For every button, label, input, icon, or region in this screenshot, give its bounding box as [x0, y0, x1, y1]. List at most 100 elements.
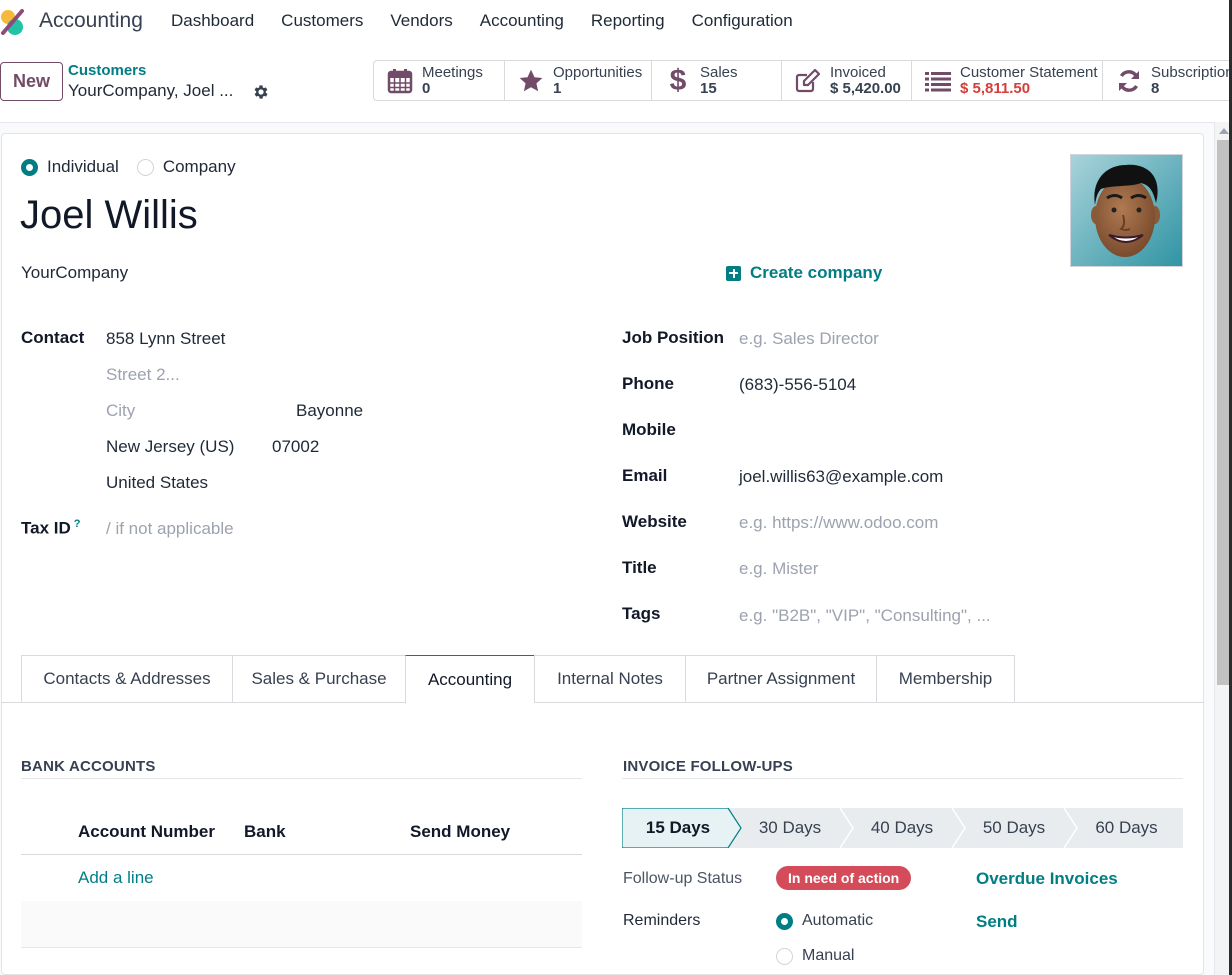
subscriptions-label: Subscriptions — [1151, 63, 1232, 81]
company-radio-label[interactable]: Company — [163, 157, 236, 177]
website-field[interactable]: e.g. https://www.odoo.com — [739, 513, 938, 533]
calendar-icon — [386, 67, 414, 95]
avatar[interactable] — [1070, 154, 1183, 267]
city-value[interactable]: Bayonne — [296, 401, 363, 421]
add-a-line-link[interactable]: Add a line — [78, 868, 154, 888]
refresh-icon — [1115, 67, 1143, 95]
new-button[interactable]: New — [0, 62, 63, 101]
help-tooltip-icon[interactable]: ? — [74, 518, 81, 530]
email-label: Email — [622, 466, 668, 485]
job-position-label: Job Position — [622, 328, 724, 347]
reminder-automatic-option[interactable]: Automatic — [776, 912, 873, 930]
tab-sales-purchase[interactable]: Sales & Purchase — [232, 655, 405, 703]
reminder-manual-option[interactable]: Manual — [776, 947, 854, 965]
subscriptions-smart-button[interactable]: Subscriptions8 — [1103, 61, 1232, 100]
table-row — [21, 901, 582, 948]
column-bank[interactable]: Bank — [244, 822, 286, 842]
section-divider — [21, 778, 582, 779]
company-radio[interactable] — [136, 158, 154, 176]
website-label: Website — [622, 512, 687, 531]
send-button[interactable]: Send — [976, 912, 1018, 932]
menu-accounting[interactable]: Accounting — [480, 11, 564, 31]
table-header-divider — [21, 854, 582, 855]
status-badge: In need of action — [776, 866, 912, 890]
automatic-label[interactable]: Automatic — [802, 912, 873, 930]
automatic-radio[interactable] — [776, 912, 793, 930]
followup-status-label: Follow-up Status — [623, 870, 743, 887]
invoice-followups-title: INVOICE FOLLOW-UPS — [623, 758, 793, 775]
invoiced-label: Invoiced — [830, 63, 886, 81]
breadcrumb-customers[interactable]: Customers — [68, 62, 146, 79]
gear-icon[interactable] — [252, 83, 270, 101]
individual-radio-label[interactable]: Individual — [47, 157, 119, 177]
invoiced-smart-button[interactable]: Invoiced $ 5,420.00 — [782, 61, 912, 100]
menu-dashboard[interactable]: Dashboard — [171, 11, 254, 31]
tab-internal-notes[interactable]: Internal Notes — [534, 655, 685, 703]
manual-label[interactable]: Manual — [802, 947, 854, 965]
section-divider — [622, 778, 1183, 779]
title-label: Title — [622, 558, 657, 577]
reminders-label: Reminders — [623, 912, 701, 929]
menu-vendors[interactable]: Vendors — [390, 11, 452, 31]
state-field[interactable]: New Jersey (US) — [106, 437, 234, 457]
stage-30-days[interactable]: 30 Days — [734, 808, 846, 848]
stage-15-days[interactable]: 15 Days — [622, 808, 734, 848]
overdue-invoices-button[interactable]: Overdue Invoices — [976, 869, 1118, 889]
mobile-label: Mobile — [622, 420, 676, 439]
tab-partner-assignment[interactable]: Partner Assignment — [685, 655, 876, 703]
tab-contacts-addresses[interactable]: Contacts & Addresses — [21, 655, 232, 703]
stage-60-days[interactable]: 60 Days — [1070, 808, 1183, 848]
tab-membership[interactable]: Membership — [876, 655, 1015, 703]
country-field[interactable]: United States — [106, 473, 208, 493]
customer-statement-amount: $ 5,811.50 — [960, 79, 1031, 97]
city-field[interactable]: City — [106, 401, 135, 421]
stage-40-days[interactable]: 40 Days — [846, 808, 958, 848]
breadcrumb-current-record: YourCompany, Joel ... — [68, 81, 234, 100]
sales-count: 15 — [700, 79, 717, 97]
tax-id-field[interactable]: / if not applicable — [106, 519, 234, 539]
column-account-number[interactable]: Account Number — [78, 822, 215, 842]
email-field[interactable]: joel.willis63@example.com — [739, 467, 943, 487]
title-field[interactable]: e.g. Mister — [739, 559, 818, 579]
scroll-up-arrow-icon[interactable] — [1219, 128, 1229, 134]
individual-radio[interactable] — [21, 158, 38, 176]
tags-label: Tags — [622, 604, 661, 623]
followup-stage-bar: 15 Days 30 Days 40 Days 50 Days 60 Days — [622, 808, 1183, 848]
zip-field[interactable]: 07002 — [272, 437, 319, 457]
invoiced-amount: $ 5,420.00 — [830, 79, 901, 97]
tab-accounting[interactable]: Accounting — [405, 655, 534, 704]
menu-customers[interactable]: Customers — [281, 11, 363, 31]
partner-name-field[interactable]: Joel Willis — [20, 193, 198, 238]
bank-accounts-title: BANK ACCOUNTS — [21, 758, 156, 775]
parent-company-field[interactable]: YourCompany — [21, 263, 128, 283]
form-sheet — [1, 133, 1204, 975]
customer-statement-smart-button[interactable]: Customer Statement $ 5,811.50 — [912, 61, 1103, 100]
subscriptions-count: 8 — [1151, 79, 1160, 97]
create-company-button[interactable]: Create company — [726, 263, 882, 283]
app-logo-icon[interactable] — [0, 8, 28, 36]
column-send-money[interactable]: Send Money — [410, 822, 510, 842]
tax-id-label: Tax ID? — [21, 518, 81, 539]
phone-label: Phone — [622, 374, 674, 393]
mobile-field[interactable] — [739, 421, 1159, 443]
job-position-field[interactable]: e.g. Sales Director — [739, 329, 879, 349]
street-field[interactable]: 858 Lynn Street — [106, 329, 225, 349]
main-menu: Dashboard Customers Vendors Accounting R… — [171, 11, 820, 31]
contact-label: Contact — [21, 328, 85, 347]
sales-smart-button[interactable]: $ Sales 15 — [652, 61, 782, 100]
tax-id-label-text: Tax ID — [21, 518, 71, 538]
company-type-radio-group: Individual Company — [21, 157, 254, 177]
opportunities-smart-button[interactable]: Opportunities 1 — [505, 61, 652, 100]
meetings-smart-button[interactable]: Meetings 0 — [374, 61, 505, 100]
street2-field[interactable]: Street 2... — [106, 365, 180, 385]
meetings-label: Meetings — [422, 63, 483, 81]
customer-statement-label: Customer Statement — [960, 63, 1098, 81]
app-name[interactable]: Accounting — [39, 9, 143, 33]
menu-reporting[interactable]: Reporting — [591, 11, 665, 31]
tags-field[interactable]: e.g. "B2B", "VIP", "Consulting", ... — [739, 606, 991, 626]
stage-50-days[interactable]: 50 Days — [958, 808, 1070, 848]
phone-field[interactable]: (683)-556-5104 — [739, 375, 856, 395]
menu-configuration[interactable]: Configuration — [692, 11, 793, 31]
manual-radio[interactable] — [776, 947, 793, 965]
dollar-icon: $ — [669, 63, 687, 97]
